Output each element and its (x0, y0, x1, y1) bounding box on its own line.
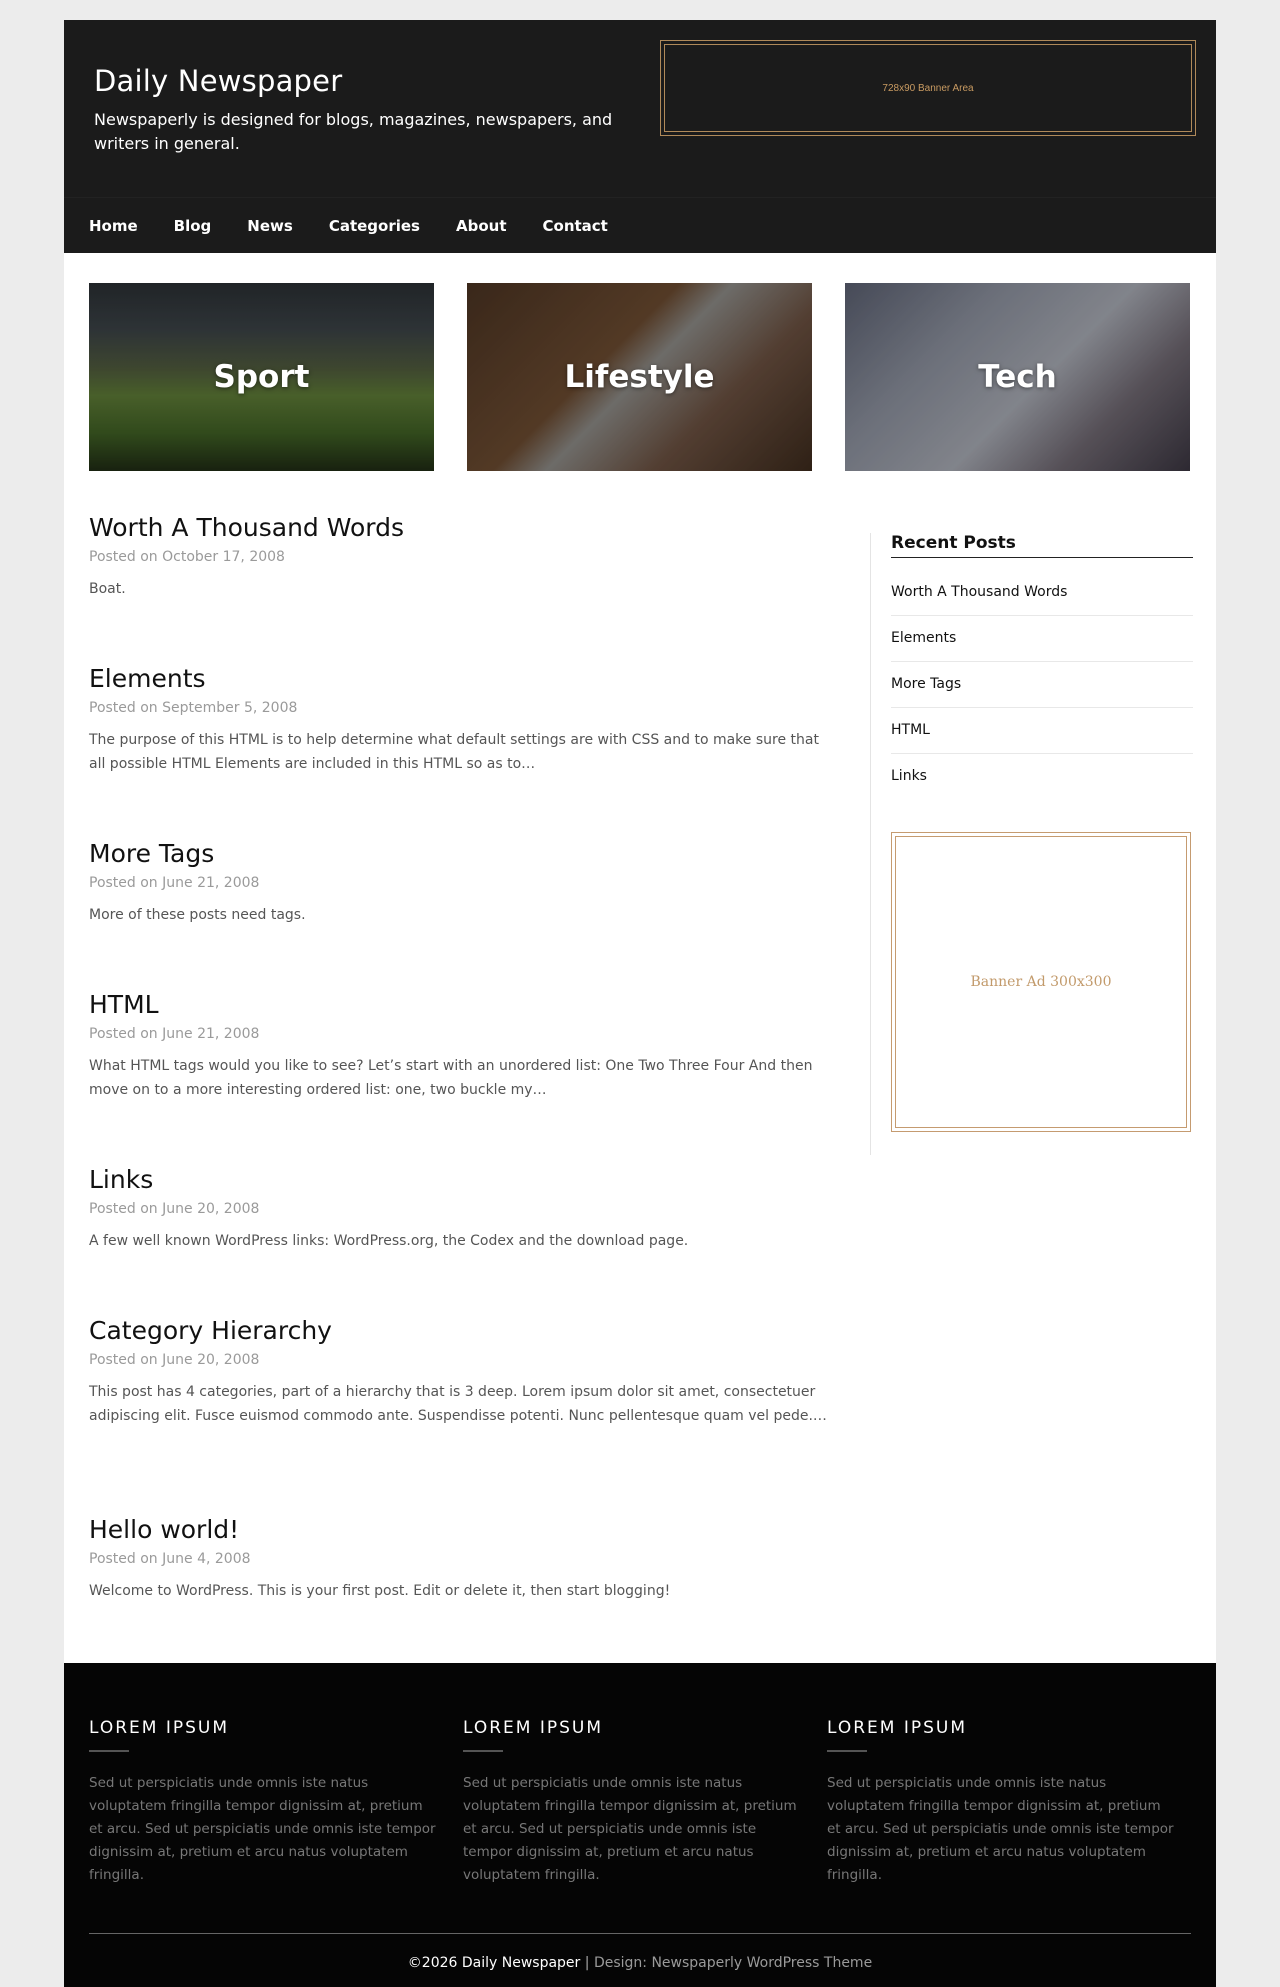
post-excerpt: Boat. (89, 581, 126, 597)
category-label: Sport (213, 359, 310, 395)
footer-heading-underline (89, 1750, 129, 1752)
main-navigation: Home Blog News Categories About Contact (64, 197, 1216, 253)
post-title[interactable]: HTML (89, 990, 829, 1020)
main-content: Sport Lifestyle Tech Worth A Thousand Wo… (64, 253, 1216, 1663)
nav-contact[interactable]: Contact (543, 217, 626, 235)
category-tile-tech[interactable]: Tech (845, 283, 1190, 471)
post-excerpt: Welcome to WordPress. This is your first… (89, 1583, 671, 1599)
footer-heading-underline (827, 1750, 867, 1752)
nav-news[interactable]: News (247, 217, 311, 235)
category-label: Lifestyle (564, 359, 715, 395)
post-item: Links Posted on June 20, 2008 A few well… (89, 1165, 829, 1316)
site-footer: LOREM IPSUM Sed ut perspiciatis unde omn… (64, 1663, 1216, 1987)
post-item: Category Hierarchy Posted on June 20, 20… (89, 1316, 829, 1515)
site-description: Newspaperly is designed for blogs, magaz… (94, 110, 613, 153)
post-list: Worth A Thousand Words Posted on October… (89, 513, 829, 1615)
recent-post-link[interactable]: HTML (891, 708, 1193, 754)
copyright-text[interactable]: ©2026 Daily Newspaper (408, 1955, 581, 1971)
category-tiles: Sport Lifestyle Tech (89, 283, 1191, 471)
recent-post-link[interactable]: Elements (891, 616, 1193, 662)
recent-post-link[interactable]: Worth A Thousand Words (891, 570, 1193, 616)
footer-heading-underline (463, 1750, 503, 1752)
post-excerpt: What HTML tags would you like to see? Le… (89, 1058, 813, 1098)
category-tile-sport[interactable]: Sport (89, 283, 434, 471)
nav-categories[interactable]: Categories (329, 217, 438, 235)
post-item: HTML Posted on June 21, 2008 What HTML t… (89, 990, 829, 1165)
footer-text: Sed ut perspiciatis unde omnis iste natu… (463, 1775, 797, 1883)
nav-blog[interactable]: Blog (174, 217, 230, 235)
post-date: Posted on September 5, 2008 (89, 700, 298, 716)
post-date: Posted on June 21, 2008 (89, 1026, 260, 1042)
sidebar: Recent Posts Worth A Thousand Words Elem… (891, 533, 1193, 1132)
post-date: Posted on June 21, 2008 (89, 875, 260, 891)
footer-column: LOREM IPSUM Sed ut perspiciatis unde omn… (827, 1718, 1177, 1887)
nav-about[interactable]: About (456, 217, 525, 235)
nav-home[interactable]: Home (89, 217, 156, 235)
post-item: Hello world! Posted on June 4, 2008 Welc… (89, 1515, 829, 1615)
post-date: Posted on June 4, 2008 (89, 1551, 251, 1567)
footer-text: Sed ut perspiciatis unde omnis iste natu… (89, 1775, 436, 1883)
footer-column: LOREM IPSUM Sed ut perspiciatis unde omn… (89, 1718, 439, 1887)
footer-heading: LOREM IPSUM (89, 1718, 230, 1738)
copyright-bar: ©2026 Daily Newspaper | Design: Newspape… (64, 1955, 1216, 1971)
post-item: Worth A Thousand Words Posted on October… (89, 513, 829, 664)
theme-credit-link[interactable]: Design: Newspaperly WordPress Theme (594, 1955, 872, 1971)
sidebar-banner-ad[interactable]: Banner Ad 300x300 (891, 832, 1191, 1132)
recent-post-link[interactable]: More Tags (891, 662, 1193, 708)
footer-heading: LOREM IPSUM (463, 1718, 604, 1738)
footer-heading: LOREM IPSUM (827, 1718, 968, 1738)
post-date: Posted on June 20, 2008 (89, 1352, 260, 1368)
post-title[interactable]: Worth A Thousand Words (89, 513, 829, 543)
post-item: Elements Posted on September 5, 2008 The… (89, 664, 829, 839)
branding: Daily Newspaper Newspaperly is designed … (94, 64, 614, 156)
category-tile-lifestyle[interactable]: Lifestyle (467, 283, 812, 471)
category-label: Tech (978, 359, 1057, 395)
site-title[interactable]: Daily Newspaper (94, 64, 614, 98)
top-banner-label: 728x90 Banner Area (664, 44, 1192, 132)
post-excerpt: The purpose of this HTML is to help dete… (89, 732, 819, 772)
post-title[interactable]: Links (89, 1165, 829, 1195)
footer-divider (89, 1933, 1191, 1934)
recent-posts-list: Worth A Thousand Words Elements More Tag… (891, 570, 1193, 799)
copyright-separator: | (584, 1955, 590, 1971)
post-excerpt: This post has 4 categories, part of a hi… (89, 1384, 827, 1424)
post-date: Posted on October 17, 2008 (89, 549, 285, 565)
recent-post-link[interactable]: Links (891, 754, 1193, 799)
recent-posts-title: Recent Posts (891, 533, 1193, 558)
post-title[interactable]: Hello world! (89, 1515, 829, 1545)
page-wrapper: Daily Newspaper Newspaperly is designed … (64, 20, 1216, 1987)
footer-text: Sed ut perspiciatis unde omnis iste natu… (827, 1775, 1174, 1883)
footer-column: LOREM IPSUM Sed ut perspiciatis unde omn… (463, 1718, 808, 1887)
sidebar-banner-label: Banner Ad 300x300 (895, 836, 1187, 1128)
sidebar-divider (870, 533, 871, 1155)
top-banner-ad[interactable]: 728x90 Banner Area (660, 40, 1196, 136)
post-date: Posted on June 20, 2008 (89, 1201, 260, 1217)
site-header: Daily Newspaper Newspaperly is designed … (64, 20, 1216, 253)
post-title[interactable]: More Tags (89, 839, 829, 869)
post-title[interactable]: Elements (89, 664, 829, 694)
post-excerpt: More of these posts need tags. (89, 907, 306, 923)
post-item: More Tags Posted on June 21, 2008 More o… (89, 839, 829, 990)
post-title[interactable]: Category Hierarchy (89, 1316, 829, 1346)
post-excerpt: A few well known WordPress links: WordPr… (89, 1233, 689, 1249)
